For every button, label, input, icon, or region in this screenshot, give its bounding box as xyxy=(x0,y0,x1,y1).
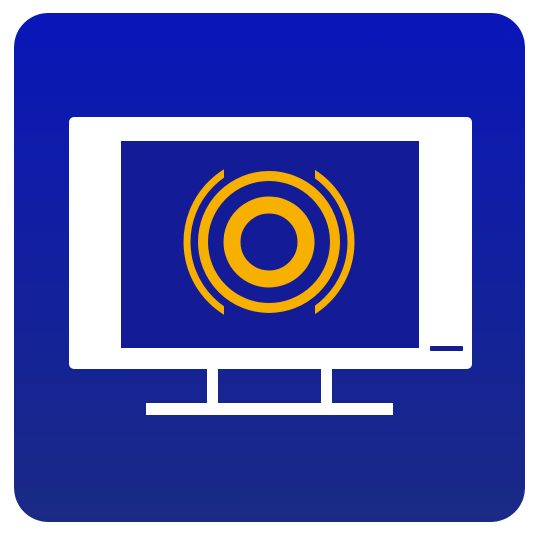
app-icon-tile[interactable] xyxy=(14,13,525,522)
power-indicator xyxy=(430,346,463,351)
monitor-stand-base xyxy=(146,403,393,415)
monitor-stand-left-leg xyxy=(207,367,218,407)
monitor-stand-right-leg xyxy=(321,367,332,407)
